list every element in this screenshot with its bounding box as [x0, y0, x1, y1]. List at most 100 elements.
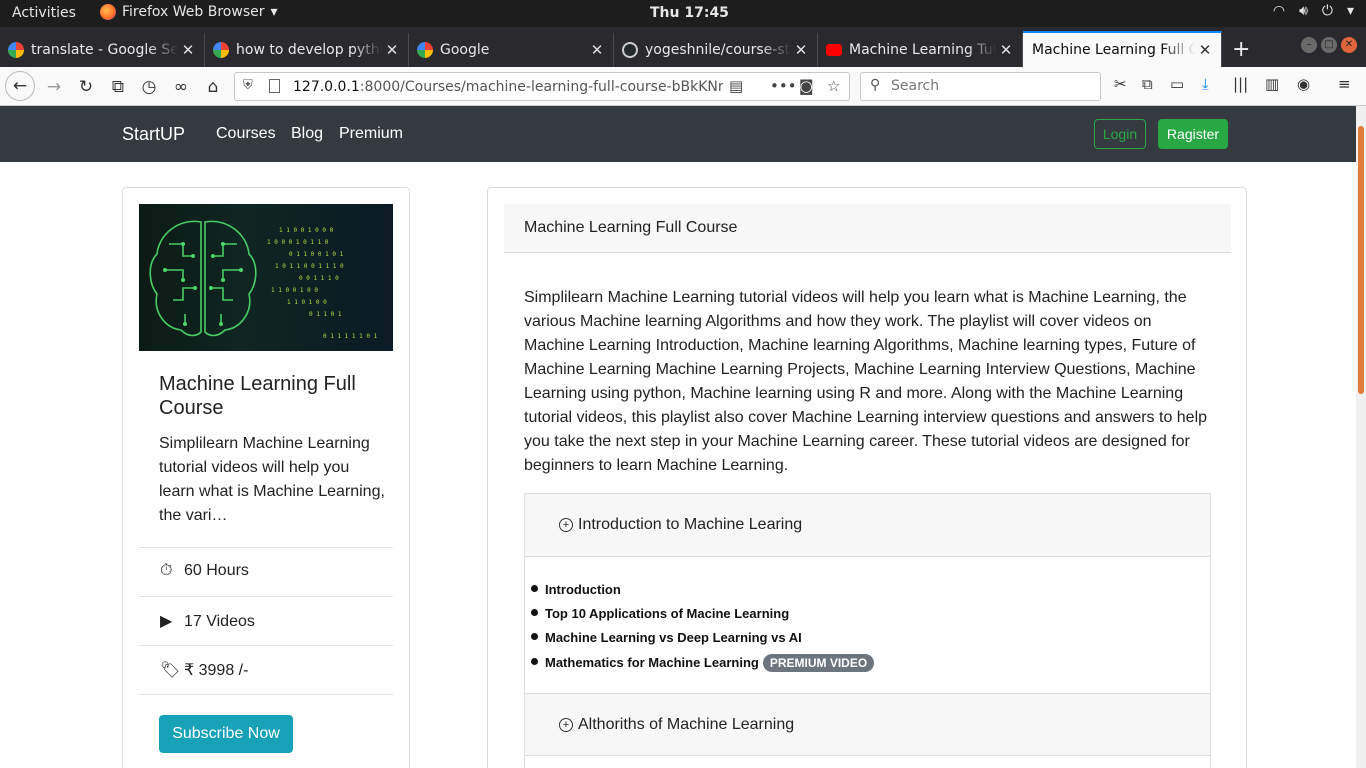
tab-youtube[interactable]: Machine Learning Tut ✕: [818, 33, 1023, 67]
google-icon: [417, 42, 433, 58]
course-title: Machine Learning Full Course: [159, 373, 356, 419]
tab-github[interactable]: yogeshnile/course-str ✕: [614, 33, 818, 67]
library-icon[interactable]: |||: [1233, 75, 1248, 93]
pocket-icon[interactable]: ◙: [799, 77, 814, 95]
videos-value: 17 Videos: [184, 613, 255, 630]
course-thumbnail: 1 1 0 0 1 0 0 0 1 0 0 0 1 0 1 1 0 0 1 1 …: [139, 204, 393, 351]
close-icon[interactable]: ✕: [178, 41, 198, 59]
svg-text:1 1 0 0 1 0 0 0: 1 1 0 0 1 0 0 0: [279, 227, 334, 234]
tab-google[interactable]: Google ✕: [409, 33, 614, 67]
svg-text:1 1 0 0 1 0 0: 1 1 0 0 1 0 0: [271, 287, 318, 294]
bookmark-star-icon[interactable]: ☆: [827, 77, 840, 95]
section-title: Introduction to Machine Learing: [578, 516, 803, 533]
login-button[interactable]: Login: [1094, 119, 1146, 149]
close-icon[interactable]: ✕: [587, 41, 607, 59]
close-icon[interactable]: ✕: [791, 41, 811, 59]
lesson-item[interactable]: Mathematics for Machine Learning PREMIUM …: [531, 654, 875, 672]
bullet-icon: [531, 609, 538, 616]
google-icon: [213, 42, 229, 58]
subscribe-button[interactable]: Subscribe Now: [159, 715, 293, 753]
lesson-item[interactable]: Machine Learning vs Deep Learning vs AI: [531, 630, 802, 645]
scroll-thumb[interactable]: [1358, 126, 1364, 394]
forward-arrow-icon[interactable]: →: [40, 73, 68, 101]
course-detail-card: Machine Learning Full Course Simplilearn…: [487, 187, 1247, 768]
copy-icon[interactable]: ⧉: [1142, 75, 1153, 93]
nav-courses[interactable]: Courses: [216, 125, 276, 143]
lesson-item[interactable]: Top 10 Applications of Macine Learning: [531, 606, 789, 621]
reload-icon[interactable]: ↻: [72, 73, 100, 101]
close-icon[interactable]: ✕: [996, 41, 1016, 59]
github-icon: [622, 42, 638, 58]
tab-translate[interactable]: translate - Google Search ✕: [0, 33, 205, 67]
brain-circuit-illustration: 1 1 0 0 1 0 0 0 1 0 0 0 1 0 1 1 0 0 1 1 …: [149, 220, 378, 340]
section-header[interactable]: + Althoriths of Machine Learning: [525, 693, 1210, 756]
container-tab-icon[interactable]: ⧉: [104, 73, 132, 101]
register-button[interactable]: Ragister: [1158, 119, 1228, 149]
bullet-icon: [531, 658, 538, 665]
lesson-item[interactable]: Introduction: [531, 582, 621, 597]
clock[interactable]: Thu 17:45: [650, 5, 729, 21]
course-summary: Simplilearn Machine Learning tutorial vi…: [159, 435, 385, 524]
stopwatch-icon: ⏱: [160, 562, 173, 579]
back-arrow-icon[interactable]: ←: [5, 71, 35, 101]
chevron-down-icon: ▾: [270, 4, 278, 20]
play-video-icon: ▶: [160, 613, 173, 630]
reader-view-icon[interactable]: ▤: [729, 77, 743, 95]
lesson-title[interactable]: Machine Learning vs Deep Learning vs AI: [545, 630, 802, 645]
tab-active-course[interactable]: Machine Learning Full Course ✕: [1023, 31, 1222, 67]
browser-toolbar: ← → ↻ ⧉ ◷ ∞ ⌂ ⛨ 127.0.0.1:8000/Courses/m…: [0, 67, 1366, 106]
detail-description: Simplilearn Machine Learning tutorial vi…: [524, 289, 1208, 474]
divider: [139, 694, 393, 695]
tab-python[interactable]: how to develop python ✕: [205, 33, 409, 67]
lesson-title[interactable]: Mathematics for Machine Learning: [545, 655, 759, 670]
power-icon: ⏻: [1321, 3, 1333, 19]
app-menu-label: Firefox Web Browser: [122, 4, 265, 20]
minimize-icon[interactable]: –: [1301, 37, 1317, 53]
history-icon[interactable]: ◷: [135, 73, 163, 101]
nav-blog[interactable]: Blog: [291, 125, 323, 143]
url-bar[interactable]: ⛨ 127.0.0.1:8000/Courses/machine-learnin…: [234, 72, 850, 101]
url-text[interactable]: 127.0.0.1:8000/Courses/machine-learning-…: [293, 79, 723, 95]
system-tray[interactable]: ◠ 🔊︎ ⏻ ▾: [1273, 3, 1354, 19]
tab-title: yogeshnile/course-str: [645, 42, 791, 58]
private-mask-icon[interactable]: ∞: [167, 73, 195, 101]
firefox-icon: [100, 4, 116, 20]
lesson-title[interactable]: Top 10 Applications of Macine Learning: [545, 606, 789, 621]
account-icon[interactable]: ◉: [1297, 75, 1310, 93]
svg-text:1 0 1 1 0 0 1 1 1 0: 1 0 1 1 0 0 1 1 1 0: [275, 263, 344, 270]
close-icon[interactable]: ✕: [382, 41, 402, 59]
tab-title: Machine Learning Tut: [849, 42, 996, 58]
system-top-bar: Activities Firefox Web Browser ▾ Thu 17:…: [0, 0, 1366, 27]
download-icon[interactable]: ⤓: [1202, 75, 1209, 93]
page-actions-icon[interactable]: •••: [770, 77, 797, 95]
svg-text:0 1 1 0 0 1 0 1: 0 1 1 0 0 1 0 1: [289, 251, 344, 258]
tab-strip: translate - Google Search ✕ how to devel…: [0, 27, 1366, 67]
site-navbar: StartUP Courses Blog Premium Login Ragis…: [0, 106, 1356, 162]
lesson-title[interactable]: Introduction: [545, 582, 621, 597]
price-value: ₹ 3998 /-: [184, 662, 249, 679]
close-icon[interactable]: ✕: [1195, 41, 1215, 59]
youtube-icon: [826, 44, 842, 56]
home-icon[interactable]: ⌂: [199, 73, 227, 101]
section-header[interactable]: + Introduction to Machine Learing: [525, 494, 1210, 557]
svg-text:0 0 1 1 1 0: 0 0 1 1 1 0: [299, 275, 339, 282]
app-menu[interactable]: Firefox Web Browser ▾: [100, 4, 278, 20]
page-info-icon[interactable]: [269, 79, 280, 93]
site-brand[interactable]: StartUP: [122, 124, 185, 145]
search-icon: ⚲: [870, 77, 881, 93]
search-input[interactable]: ⚲ Search: [860, 72, 1101, 101]
close-window-icon[interactable]: ✕: [1341, 37, 1357, 53]
sidebar-icon[interactable]: ▥: [1265, 75, 1279, 93]
menu-icon[interactable]: ≡: [1338, 75, 1351, 93]
new-tab-button[interactable]: +: [1232, 37, 1250, 62]
activities-button[interactable]: Activities: [12, 5, 76, 21]
nav-premium[interactable]: Premium: [339, 125, 403, 143]
page-scrollbar[interactable]: [1356, 106, 1366, 768]
tab-title: Machine Learning Full Course: [1032, 42, 1195, 58]
scissors-icon[interactable]: ✂: [1114, 75, 1127, 93]
course-sections-accordion: + Introduction to Machine Learing Introdu…: [524, 493, 1211, 768]
section-title: Althoriths of Machine Learning: [578, 716, 795, 733]
maximize-icon[interactable]: □: [1321, 37, 1337, 53]
chevron-down-icon: ▾: [1346, 3, 1354, 19]
clipboard-icon[interactable]: ▭: [1170, 75, 1184, 93]
